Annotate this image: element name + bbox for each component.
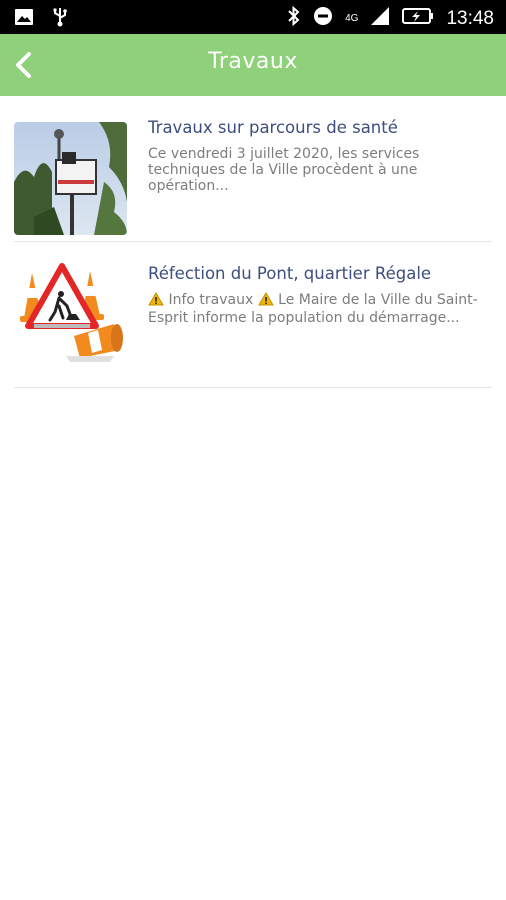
- battery-charging-icon: [402, 7, 434, 30]
- bluetooth-icon: [287, 5, 301, 32]
- article-description: Info travaux Le Maire de la Ville du Sai…: [148, 292, 492, 326]
- list-item[interactable]: Réfection du Pont, quartier Régale Info …: [14, 242, 492, 388]
- article-title: Travaux sur parcours de santé: [148, 118, 398, 137]
- status-bar: 4G 13:48: [0, 0, 506, 34]
- page-title: Travaux: [208, 49, 298, 74]
- network-type: 4G: [345, 12, 359, 24]
- article-list: Travaux sur parcours de santé Ce vendred…: [14, 96, 492, 388]
- article-title: Réfection du Pont, quartier Régale: [148, 264, 432, 283]
- article-description-part: Info travaux: [168, 292, 254, 308]
- list-item[interactable]: Travaux sur parcours de santé Ce vendred…: [14, 96, 492, 242]
- warning-icon: [148, 292, 164, 310]
- article-description: Ce vendredi 3 juillet 2020, les services…: [148, 146, 420, 194]
- usb-icon: [52, 7, 68, 32]
- do-not-disturb-icon: [313, 6, 333, 31]
- signal-icon: [370, 6, 390, 31]
- article-thumbnail: [14, 122, 127, 235]
- app-bar: Travaux: [0, 34, 506, 96]
- warning-icon: [257, 292, 274, 310]
- article-thumbnail: [14, 258, 127, 371]
- clock: 13:48: [446, 7, 494, 29]
- image-icon: [14, 7, 34, 32]
